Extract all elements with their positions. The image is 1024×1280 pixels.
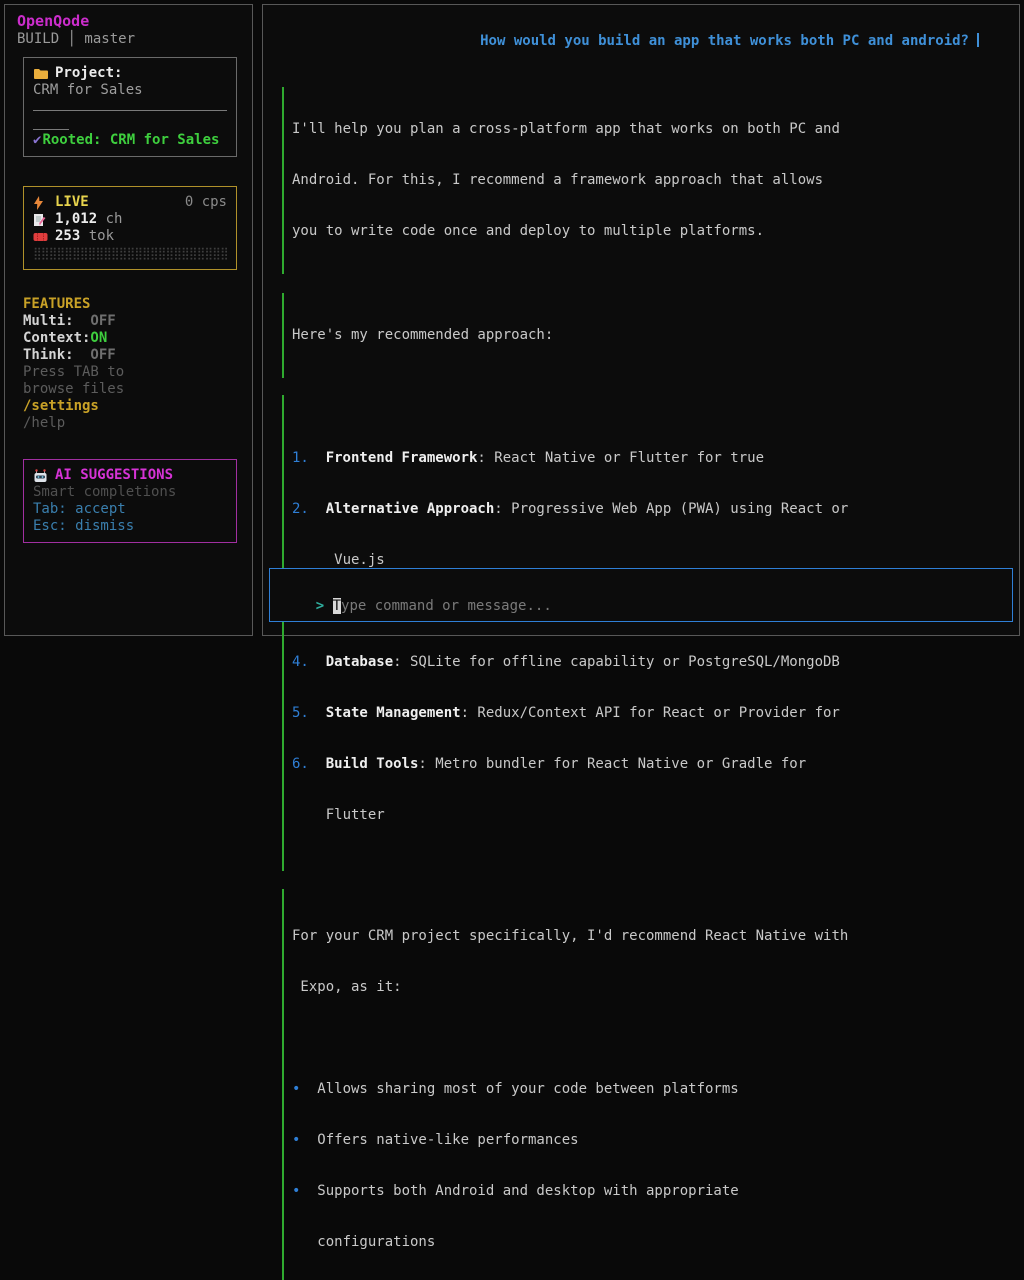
build-branch-status: BUILD │ master — [17, 30, 240, 48]
list-item: 4.Database: SQLite for offline capabilit… — [292, 654, 1005, 671]
feature-context: Context:ON — [23, 330, 237, 347]
feature-think: Think:OFF — [23, 347, 237, 364]
folder-icon — [33, 67, 50, 81]
esc-dismiss-hint: Esc: dismiss — [33, 518, 227, 535]
prompt-symbol: > — [316, 598, 324, 614]
list-item: 2.Alternative Approach: Progressive Web … — [292, 501, 1005, 518]
token-unit: tok — [80, 228, 114, 245]
chat-panel[interactable]: How would you build an app that works bo… — [262, 4, 1020, 636]
assistant-message-intro: I'll help you plan a cross-platform app … — [282, 87, 1005, 274]
user-question: How would you build an app that works bo… — [277, 16, 1005, 67]
list-item: 1.Frontend Framework: React Native or Fl… — [292, 450, 1005, 467]
text-cursor — [977, 33, 979, 47]
help-command[interactable]: /help — [23, 415, 237, 432]
live-label: LIVE — [55, 194, 89, 211]
activity-sparkline: ⣿⣿⣿⣿⣿⣿⣿⣿⣿⣿⣿⣿⣿⣿⣿⣿⣿⣿⣿⣿⣿⣿⣿⣿⣿⣿⣿⣿… — [33, 245, 227, 262]
rooted-status: Rooted: CRM for Sales — [42, 132, 219, 149]
assistant-message-list: 1.Frontend Framework: React Native or Fl… — [282, 395, 1005, 871]
check-icon: ✔ — [33, 132, 41, 149]
feature-think-value[interactable]: OFF — [90, 347, 115, 364]
cps-counter: 0 cps — [185, 194, 227, 211]
features-heading: FEATURES — [23, 296, 237, 313]
feature-context-value[interactable]: ON — [90, 330, 107, 347]
ai-suggestions-title: AI SUGGESTIONS — [55, 467, 173, 484]
tab-accept-hint: Tab: accept — [33, 501, 227, 518]
list-item-wrap: Flutter — [292, 807, 1005, 824]
char-count: 1,012 — [55, 211, 97, 228]
project-label: Project: — [55, 65, 122, 82]
assistant-message-approach: Here's my recommended approach: — [282, 293, 1005, 378]
feature-multi: Multi:OFF — [23, 313, 237, 330]
bullet-item: •Supports both Android and desktop with … — [292, 1183, 1005, 1200]
features-section: FEATURES Multi:OFF Context:ON Think:OFF … — [23, 296, 237, 432]
project-name: CRM for Sales — [33, 82, 227, 99]
ai-suggestions-box: AI SUGGESTIONS Smart completions Tab: ac… — [23, 459, 237, 543]
settings-command[interactable]: /settings — [23, 398, 237, 415]
bullet-item: •Allows sharing most of your code betwee… — [292, 1081, 1005, 1098]
command-input[interactable]: > Type command or message... — [269, 568, 1013, 622]
project-box: Project: CRM for Sales ✔ Rooted: CRM for… — [23, 57, 237, 157]
bullet-item: •Offers native-like performances — [292, 1132, 1005, 1149]
divider-short — [33, 129, 69, 130]
tab-hint-line2: browse files — [23, 381, 237, 398]
tab-hint-line1: Press TAB to — [23, 364, 237, 381]
list-item: 5.State Management: Redux/Context API fo… — [292, 705, 1005, 722]
input-cursor: T — [333, 598, 341, 614]
lightning-icon — [33, 196, 50, 210]
ai-suggestions-subtitle: Smart completions — [33, 484, 227, 501]
input-placeholder: ype command or message... — [341, 598, 552, 614]
sidebar: OpenQode BUILD │ master Project: CRM for… — [4, 4, 253, 636]
app-title: OpenQode — [17, 12, 240, 30]
blank-line — [292, 1030, 1005, 1047]
bullet-item-wrap: configurations — [292, 1234, 1005, 1251]
list-item: 6.Build Tools: Metro bundler for React N… — [292, 756, 1005, 773]
char-unit: ch — [97, 211, 122, 228]
live-stats-box: LIVE 0 cps 1,012 ch 253 tok ⣿⣿⣿⣿⣿⣿⣿⣿⣿⣿⣿⣿… — [23, 186, 237, 270]
divider — [33, 110, 227, 111]
list-item-wrap: Vue.js — [292, 552, 1005, 569]
token-count: 253 — [55, 228, 80, 245]
ticket-icon — [33, 230, 50, 244]
robot-icon — [33, 469, 50, 483]
memo-icon — [33, 213, 50, 227]
feature-multi-value[interactable]: OFF — [90, 313, 115, 330]
assistant-message-recommendation: For your CRM project specifically, I'd r… — [282, 889, 1005, 1280]
